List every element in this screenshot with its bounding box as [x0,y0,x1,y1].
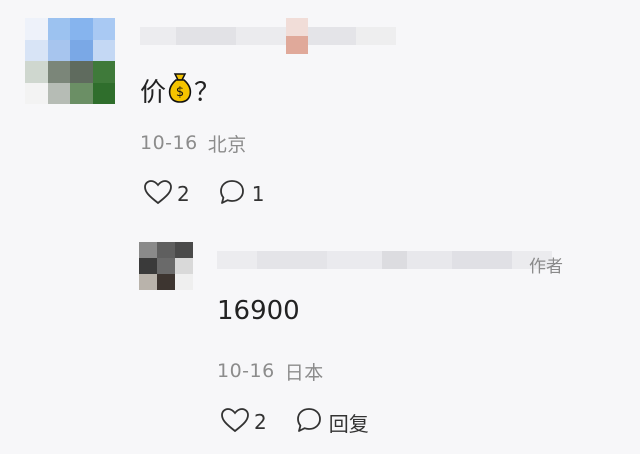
reply-like-button[interactable]: 2 [220,407,267,437]
reply-username-redacted[interactable] [217,244,552,276]
heart-icon [220,407,250,437]
username-redacted-tail [286,18,308,54]
reply-actions: 2 回复 [220,406,369,438]
reply-avatar[interactable] [139,242,193,290]
comment-meta: 10-16 北京 [140,128,247,158]
comment-text-suffix: ？ [194,77,221,108]
comment-text: 价 $ ？ [140,70,220,110]
comment-like-button[interactable]: 2 [143,179,190,209]
reply-reply-label: 回复 [328,411,369,436]
author-badge: 作者 [529,257,563,277]
reply-location: 日本 [284,361,324,384]
reply-date: 10-16 [217,360,275,382]
reply-like-count: 2 [254,410,267,434]
avatar[interactable] [25,18,115,104]
money-bag-icon: $ [167,71,193,110]
comment-location: 北京 [207,133,247,156]
comment-date: 10-16 [140,132,198,154]
comment-reply-count: 1 [251,182,265,206]
comment-actions: 2 1 [143,178,264,210]
speech-bubble-icon [295,406,323,438]
reply-reply-button[interactable]: 回复 [295,406,369,438]
speech-bubble-icon [218,178,246,210]
svg-text:$: $ [176,85,184,100]
reply-meta: 10-16 日本 [217,356,324,386]
reply-text: 16900 [217,296,300,326]
username-redacted[interactable] [140,18,396,54]
comment-like-count: 2 [177,182,190,206]
comment-text-main: 价 [140,77,167,108]
heart-icon [143,179,173,209]
comment-reply-button[interactable]: 1 [218,178,265,210]
